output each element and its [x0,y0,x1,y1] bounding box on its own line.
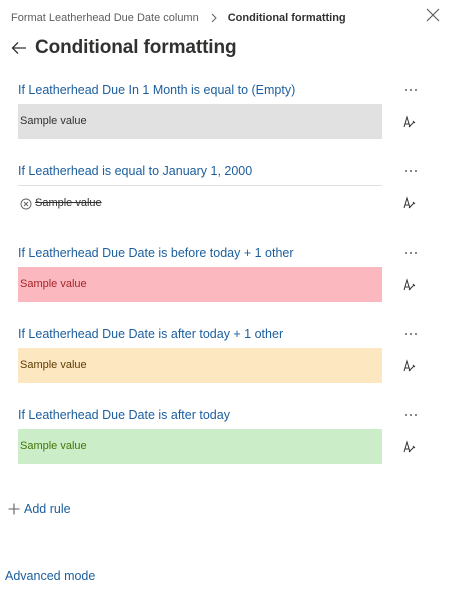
header: Conditional formatting [10,37,237,59]
rule-item: If Leatherhead Due Date is after today +… [18,326,428,383]
add-rule-label: Add rule [24,502,71,516]
more-icon[interactable] [404,164,418,178]
rule-title[interactable]: If Leatherhead Due Date is after today +… [18,326,428,342]
rule-item: If Leatherhead Due Date is after today S… [18,407,428,464]
rule-item: If Leatherhead is equal to January 1, 20… [18,163,428,221]
format-painter-icon[interactable] [400,114,416,130]
sample-value: Sample value [18,104,382,139]
format-painter-icon[interactable] [400,277,416,293]
advanced-mode-link[interactable]: Advanced mode [5,569,95,583]
sample-value: Sample value [18,429,382,464]
more-icon[interactable] [404,83,418,97]
sample-value-text: Sample value [35,197,102,209]
sample-value: Sample value [18,348,382,383]
rule-title[interactable]: If Leatherhead Due In 1 Month is equal t… [18,82,428,98]
back-arrow-icon[interactable] [10,39,28,57]
sample-value: Sample value [18,186,382,221]
format-painter-icon[interactable] [400,358,416,374]
plus-icon [8,503,20,515]
add-rule-button[interactable]: Add rule [8,502,71,516]
rule-title[interactable]: If Leatherhead is equal to January 1, 20… [18,163,428,179]
breadcrumb-parent[interactable]: Format Leatherhead Due Date column [11,12,199,24]
close-icon[interactable] [424,6,442,24]
sample-value: Sample value [18,267,382,302]
rule-title[interactable]: If Leatherhead Due Date is before today … [18,245,428,261]
format-painter-icon[interactable] [400,439,416,455]
more-icon[interactable] [404,327,418,341]
format-painter-icon[interactable] [400,195,416,211]
more-icon[interactable] [404,246,418,260]
chevron-right-icon [211,13,217,23]
breadcrumb: Format Leatherhead Due Date column Condi… [11,12,346,24]
rule-item: If Leatherhead Due In 1 Month is equal t… [18,82,428,139]
rule-item: If Leatherhead Due Date is before today … [18,245,428,302]
breadcrumb-current: Conditional formatting [227,12,346,24]
page-title: Conditional formatting [35,37,237,58]
cancel-circle-icon [20,198,32,209]
more-icon[interactable] [404,408,418,422]
rule-title[interactable]: If Leatherhead Due Date is after today [18,407,428,423]
